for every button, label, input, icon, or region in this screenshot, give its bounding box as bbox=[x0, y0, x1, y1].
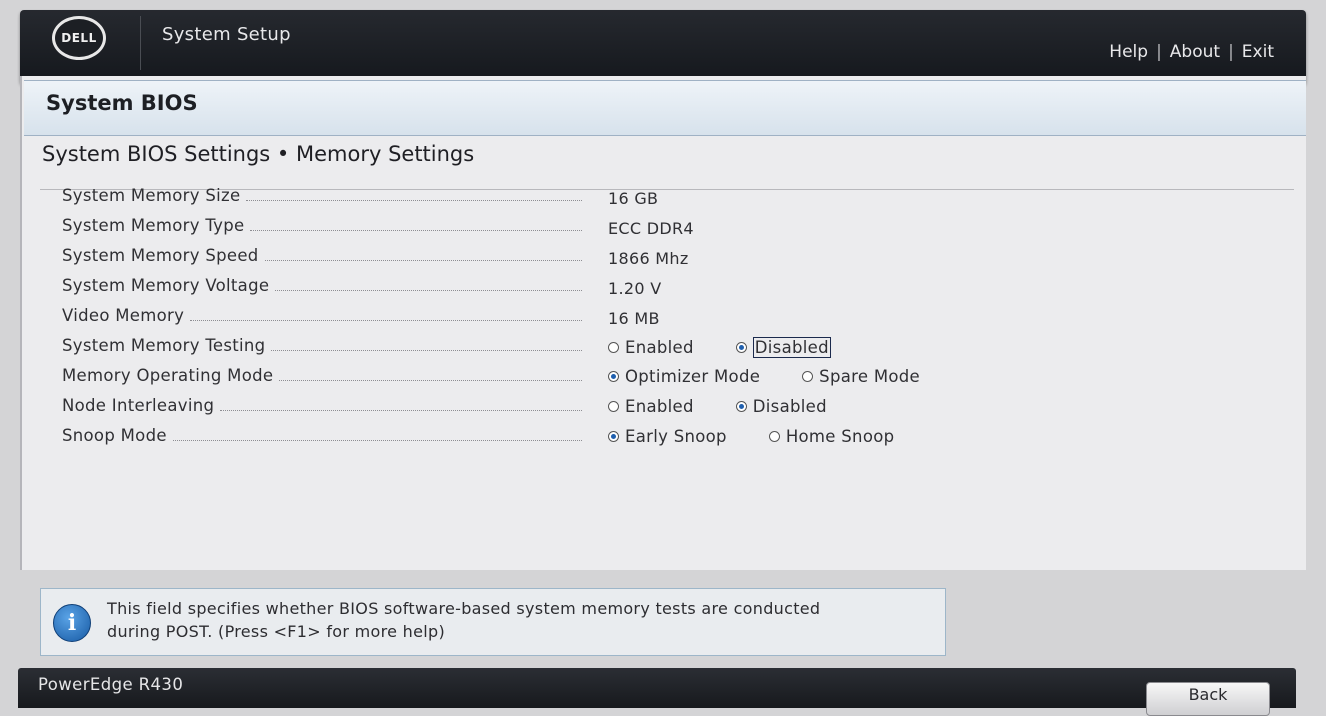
leader-dots bbox=[220, 409, 582, 411]
radio-label: Home Snoop bbox=[785, 427, 895, 446]
back-button[interactable]: Back bbox=[1146, 682, 1270, 716]
radio-label: Disabled bbox=[752, 397, 827, 416]
leader-dots bbox=[264, 259, 582, 261]
radio-option-home-snoop[interactable]: Home Snoop bbox=[768, 427, 895, 446]
app-title: System Setup bbox=[162, 24, 291, 45]
radio-label: Early Snoop bbox=[625, 427, 727, 446]
settings-list: System Memory Size 16 GB System Memory T… bbox=[62, 182, 1002, 452]
leader-dots bbox=[279, 379, 582, 381]
setting-label: System Memory Type bbox=[62, 216, 245, 235]
leader-dots bbox=[271, 349, 582, 351]
help-text-line: This field specifies whether BIOS softwa… bbox=[107, 599, 821, 618]
help-text: This field specifies whether BIOS softwa… bbox=[107, 597, 927, 643]
setting-label: Node Interleaving bbox=[62, 396, 215, 415]
leader-dots bbox=[172, 439, 582, 441]
section-title: System BIOS bbox=[46, 91, 198, 115]
radio-button-selected[interactable] bbox=[608, 431, 619, 442]
link-separator: | bbox=[1156, 42, 1162, 62]
setting-value: 16 MB bbox=[608, 309, 660, 328]
link-separator: | bbox=[1228, 42, 1234, 62]
setting-label: Snoop Mode bbox=[62, 426, 167, 445]
radio-label-focused: Disabled bbox=[752, 337, 831, 358]
radio-label: Enabled bbox=[625, 397, 694, 416]
radio-button[interactable] bbox=[768, 431, 780, 442]
section-header: System BIOS bbox=[24, 80, 1306, 136]
setting-row-memory-speed: System Memory Speed 1866 Mhz bbox=[62, 242, 1002, 272]
radio-option-disabled[interactable]: Disabled bbox=[735, 397, 827, 416]
leader-dots bbox=[275, 289, 582, 291]
leader-dots bbox=[246, 199, 582, 201]
radio-group: Enabled Disabled bbox=[608, 397, 869, 416]
main-panel: System BIOS System BIOS Settings • Memor… bbox=[20, 76, 1306, 570]
radio-button[interactable] bbox=[608, 342, 619, 353]
radio-button-selected[interactable] bbox=[735, 401, 747, 412]
about-link[interactable]: About bbox=[1170, 42, 1220, 62]
setting-label: Video Memory bbox=[62, 306, 185, 325]
setting-row-node-interleaving: Node Interleaving Enabled Disabled bbox=[62, 392, 1002, 422]
setting-label: System Memory Size bbox=[62, 186, 241, 205]
help-link[interactable]: Help bbox=[1109, 42, 1148, 62]
setting-label: System Memory Speed bbox=[62, 246, 259, 265]
setting-value: ECC DDR4 bbox=[608, 219, 694, 238]
logo-text: DELL bbox=[61, 31, 97, 45]
setting-label: System Memory Testing bbox=[62, 336, 266, 355]
leader-dots bbox=[250, 229, 582, 231]
setting-label: System Memory Voltage bbox=[62, 276, 270, 295]
exit-link[interactable]: Exit bbox=[1242, 42, 1274, 62]
radio-option-enabled[interactable]: Enabled bbox=[608, 397, 694, 416]
header-bar: DELL System Setup Help | About | Exit bbox=[20, 10, 1306, 84]
radio-button-selected[interactable] bbox=[735, 342, 747, 353]
radio-button[interactable] bbox=[608, 401, 619, 412]
radio-option-optimizer-mode[interactable]: Optimizer Mode bbox=[608, 367, 760, 386]
setting-label: Memory Operating Mode bbox=[62, 366, 274, 385]
help-text-line: during POST. (Press <F1> for more help) bbox=[107, 622, 446, 641]
setting-value: 1866 Mhz bbox=[608, 249, 689, 268]
setting-value: 16 GB bbox=[608, 189, 659, 208]
setting-row-memory-size: System Memory Size 16 GB bbox=[62, 182, 1002, 212]
radio-button-selected[interactable] bbox=[608, 371, 619, 382]
radio-option-spare-mode[interactable]: Spare Mode bbox=[802, 367, 920, 386]
setting-row-memory-voltage: System Memory Voltage 1.20 V bbox=[62, 272, 1002, 302]
setting-row-operating-mode: Memory Operating Mode Optimizer Mode Spa… bbox=[62, 362, 1002, 392]
radio-button[interactable] bbox=[802, 371, 814, 382]
footer-bar: PowerEdge R430 Back bbox=[18, 668, 1296, 716]
breadcrumb: System BIOS Settings • Memory Settings bbox=[42, 142, 475, 166]
setting-row-snoop-mode: Snoop Mode Early Snoop Home Snoop bbox=[62, 422, 1002, 452]
setting-row-memory-type: System Memory Type ECC DDR4 bbox=[62, 212, 1002, 242]
radio-label: Enabled bbox=[625, 338, 694, 357]
setting-row-video-memory: Video Memory 16 MB bbox=[62, 302, 1002, 332]
header-links: Help | About | Exit bbox=[1109, 42, 1274, 62]
radio-group: Early Snoop Home Snoop bbox=[608, 427, 936, 446]
leader-dots bbox=[190, 319, 582, 321]
header-divider bbox=[140, 16, 141, 70]
setting-value: 1.20 V bbox=[608, 279, 662, 298]
radio-option-enabled[interactable]: Enabled bbox=[608, 338, 694, 357]
radio-label: Optimizer Mode bbox=[625, 367, 761, 386]
dell-logo: DELL bbox=[52, 16, 106, 60]
info-glyph: i bbox=[67, 610, 77, 636]
radio-label: Spare Mode bbox=[819, 367, 921, 386]
radio-group: Optimizer Mode Spare Mode bbox=[608, 367, 962, 386]
model-name: PowerEdge R430 bbox=[38, 675, 184, 694]
setting-row-memory-testing: System Memory Testing Enabled Disabled bbox=[62, 332, 1002, 362]
info-icon: i bbox=[53, 604, 91, 642]
radio-group: Enabled Disabled bbox=[608, 337, 873, 358]
radio-option-early-snoop[interactable]: Early Snoop bbox=[608, 427, 727, 446]
radio-option-disabled[interactable]: Disabled bbox=[735, 337, 831, 358]
help-box: i This field specifies whether BIOS soft… bbox=[40, 588, 946, 656]
